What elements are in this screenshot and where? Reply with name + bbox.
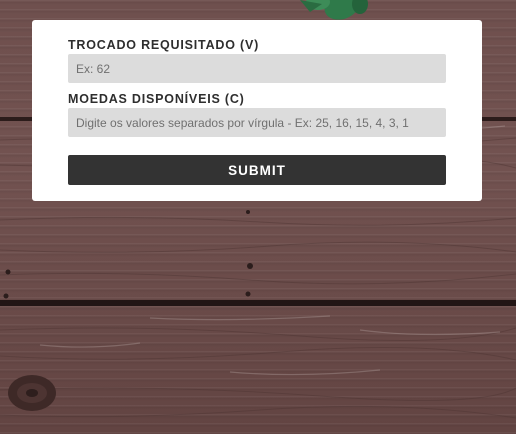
- available-coins-input[interactable]: [68, 108, 446, 137]
- available-coins-label: MOEDAS DISPONÍVEIS (C): [68, 92, 245, 106]
- change-calculator-form: TROCADO REQUISITADO (V) MOEDAS DISPONÍVE…: [32, 20, 482, 201]
- change-amount-input[interactable]: [68, 54, 446, 83]
- submit-button[interactable]: SUBMIT: [68, 155, 446, 185]
- wood-knot: [8, 375, 56, 411]
- change-amount-label: TROCADO REQUISITADO (V): [68, 38, 260, 52]
- nail-heads: [3, 210, 253, 299]
